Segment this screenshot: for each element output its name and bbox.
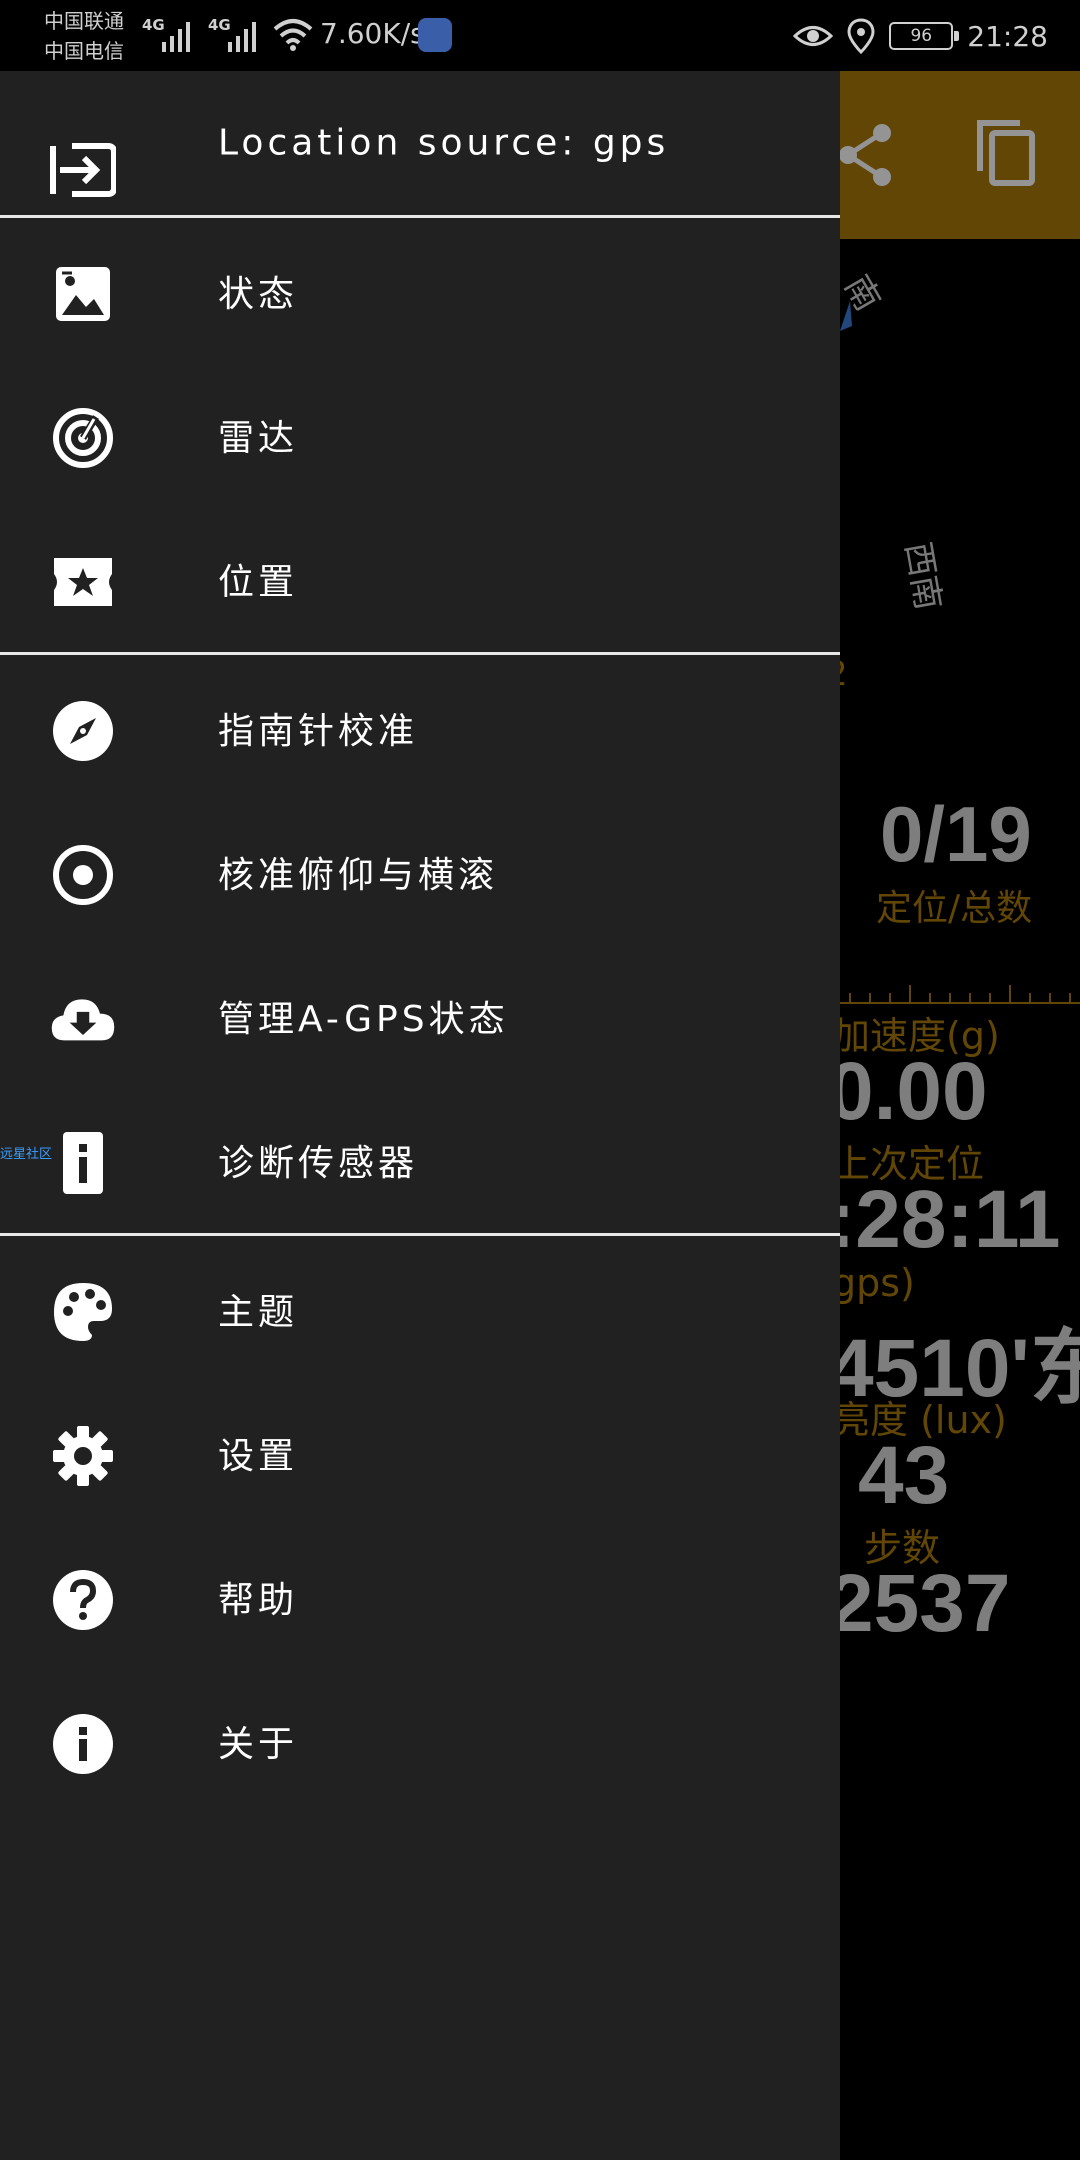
drawer-item-label: 状态	[218, 274, 299, 315]
location-icon	[847, 18, 875, 54]
help-icon	[50, 1567, 116, 1633]
image-icon	[50, 261, 116, 327]
drawer-section-tools: 指南针校准 核准俯仰与横滚 管理A-GPS状态 诊断传感器	[0, 655, 840, 1233]
battery-indicator: 96	[889, 22, 960, 50]
drawer-section-views: 状态 雷达 位置	[0, 218, 840, 652]
navigation-drawer: Location source: gps 状态 雷达 位置 指南针校准 核准俯仰…	[0, 71, 840, 2160]
drawer-item-theme[interactable]: 主题	[0, 1237, 840, 1381]
signal-icon	[162, 22, 190, 52]
drawer-item-settings[interactable]: 设置	[0, 1381, 840, 1525]
target-icon	[50, 842, 116, 908]
compass-icon	[50, 698, 116, 764]
input-icon	[50, 137, 116, 203]
cloud-download-icon	[50, 986, 116, 1052]
network-speed: 7.60K/s	[320, 17, 425, 50]
drawer-item-label: 设置	[218, 1436, 299, 1477]
radar-icon	[50, 405, 116, 471]
drawer-item-label: 雷达	[218, 418, 299, 459]
carrier-2: 中国电信	[44, 39, 124, 63]
drawer-item-label: 位置	[218, 562, 299, 603]
drawer-section-app: 主题 设置 帮助 关于	[0, 1236, 840, 1814]
carrier-info: 中国联通 中国电信	[44, 6, 124, 66]
drawer-item-sensor-diagnostics[interactable]: 诊断传感器	[0, 1088, 840, 1232]
drawer-item-compass-calibration[interactable]: 指南针校准	[0, 656, 840, 800]
eye-icon	[793, 26, 834, 46]
drawer-item-label: 管理A-GPS状态	[218, 999, 509, 1040]
gear-icon	[50, 1423, 116, 1489]
info-icon	[50, 1711, 116, 1777]
star-ticket-icon	[50, 549, 116, 615]
status-bar: 中国联通 中国电信 4G 4G 7.60K/s 96 21:28	[0, 0, 1080, 71]
drawer-item-location[interactable]: 位置	[0, 507, 840, 651]
drawer-item-status[interactable]: 状态	[0, 219, 840, 363]
signal-icon	[228, 22, 256, 52]
drawer-item-label: 指南针校准	[218, 711, 419, 752]
drawer-item-radar[interactable]: 雷达	[0, 363, 840, 507]
drawer-item-about[interactable]: 关于	[0, 1669, 840, 1813]
info-box-icon	[50, 1130, 116, 1196]
wifi-icon	[273, 19, 313, 51]
drawer-item-label: 帮助	[218, 1580, 299, 1621]
drawer-item-pitch-roll-calibration[interactable]: 核准俯仰与横滚	[0, 800, 840, 944]
location-source-label: Location source: gps	[218, 122, 670, 164]
status-right: 96 21:28	[793, 14, 1048, 58]
watermark-text: 远星社区	[0, 1147, 53, 1162]
drawer-item-agps[interactable]: 管理A-GPS状态	[0, 944, 840, 1088]
location-source-item[interactable]: Location source: gps	[0, 71, 840, 215]
drawer-item-label: 核准俯仰与横滚	[218, 855, 499, 896]
drawer-item-label: 主题	[218, 1292, 299, 1333]
clock: 21:28	[967, 19, 1048, 53]
app-notification-icon	[418, 18, 452, 52]
drawer-item-label: 关于	[218, 1724, 299, 1765]
drawer-item-help[interactable]: 帮助	[0, 1525, 840, 1669]
palette-icon	[50, 1279, 116, 1345]
drawer-item-label: 诊断传感器	[218, 1143, 419, 1184]
carrier-1: 中国联通	[44, 9, 124, 33]
